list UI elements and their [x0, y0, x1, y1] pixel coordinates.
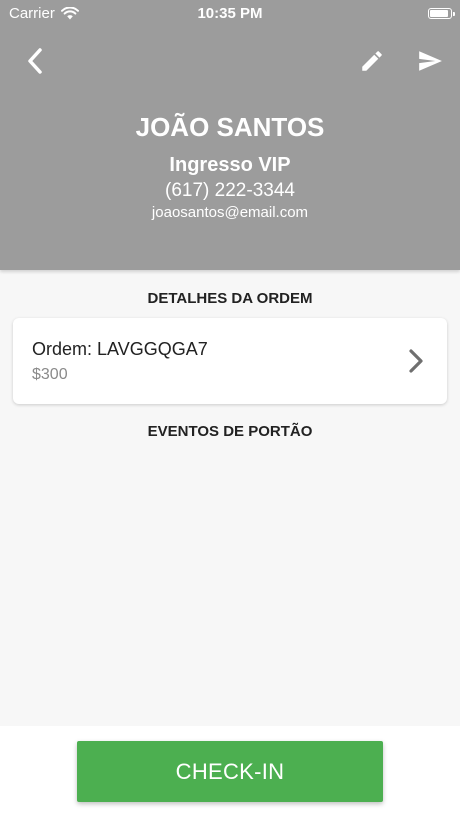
attendee-email: joaosantos@email.com	[151, 204, 309, 221]
back-button[interactable]	[18, 44, 52, 78]
carrier-label: Carrier	[9, 4, 55, 22]
attendee-phone: (617) 222-3344	[165, 180, 295, 201]
chevron-right-icon	[409, 349, 423, 373]
status-bar: Carrier 10:35 PM	[0, 0, 460, 26]
wifi-icon	[60, 6, 79, 19]
pencil-icon	[362, 51, 382, 71]
order-card[interactable]: Ordem: LAVGGQGA7 $300	[13, 318, 447, 404]
order-number: Ordem: LAVGGQGA7	[32, 339, 208, 359]
gate-events-heading: EVENTOS DE PORTÃO	[147, 423, 313, 440]
send-button[interactable]	[413, 44, 447, 78]
edit-button[interactable]	[355, 44, 389, 78]
checkin-button[interactable]: CHECK-IN	[77, 741, 383, 802]
chevron-left-icon	[28, 48, 42, 74]
attendee-name: JOÃO SANTOS	[135, 112, 325, 142]
profile-header: JOÃO SANTOS Ingresso VIP (617) 222-3344 …	[0, 0, 460, 270]
send-icon	[419, 51, 442, 71]
order-amount: $300	[32, 366, 68, 383]
ticket-type: Ingresso VIP	[169, 154, 291, 176]
battery-icon	[428, 7, 455, 19]
order-details-heading: DETALHES DA ORDEM	[147, 290, 313, 307]
